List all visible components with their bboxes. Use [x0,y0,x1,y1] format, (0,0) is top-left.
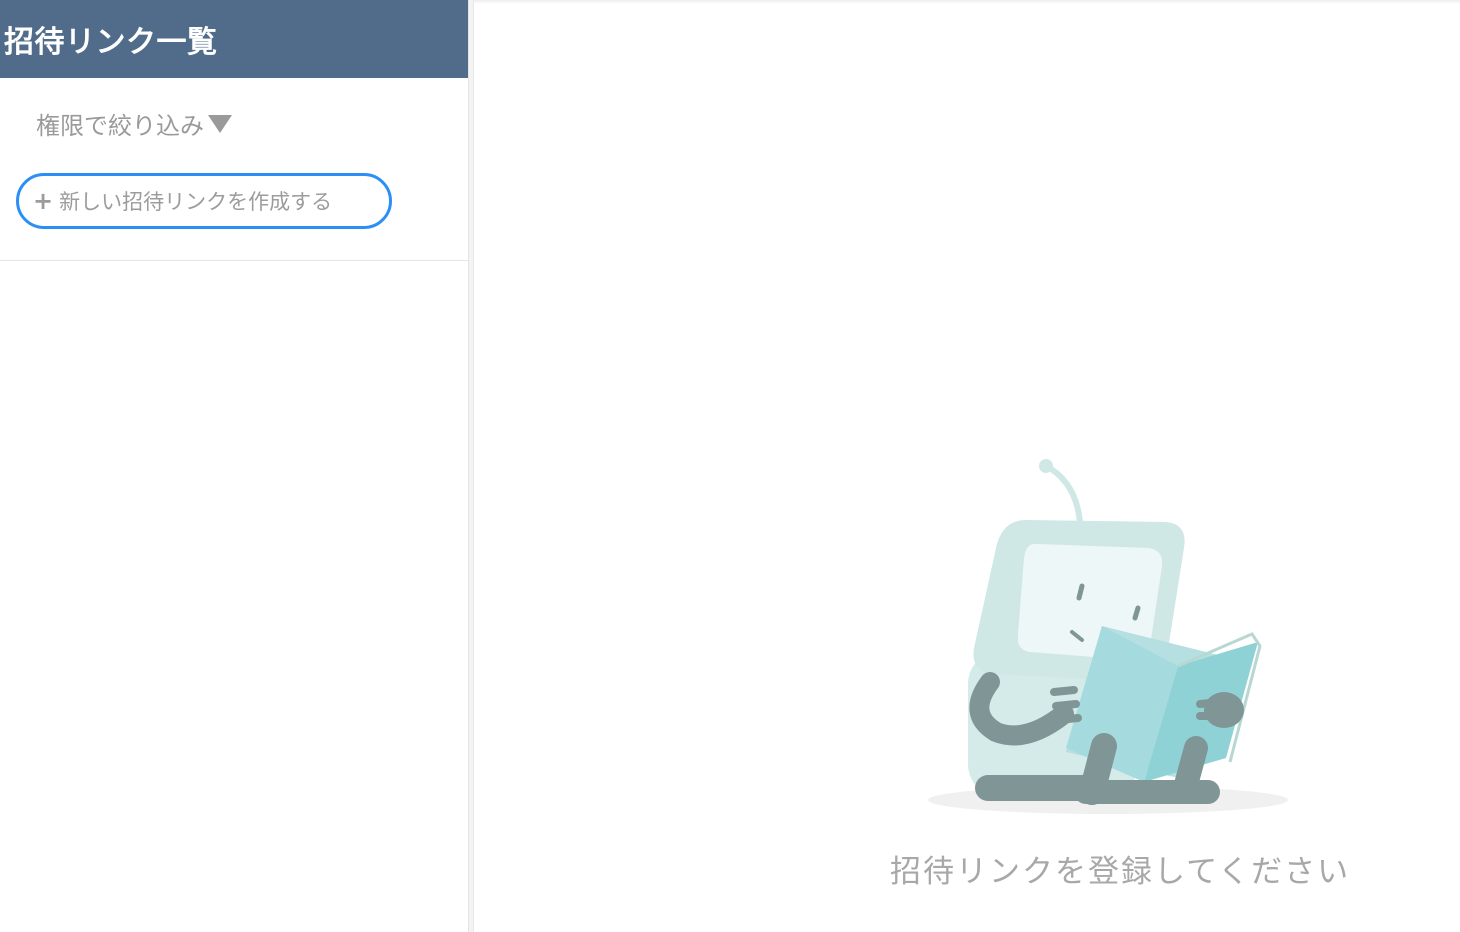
invite-link-sidebar: 招待リンク一覧 権限で絞り込み + 新しい招待リンクを作成する [0,0,469,932]
invite-link-list [0,262,468,932]
sidebar-header: 招待リンク一覧 [0,0,468,78]
list-separator [0,260,468,261]
permission-filter-dropdown[interactable]: 権限で絞り込み [36,106,232,141]
permission-filter-label: 権限で絞り込み [36,112,204,140]
top-shadow [474,0,1460,4]
app-window: 招待リンク一覧 権限で絞り込み + 新しい招待リンクを作成する 招待リンクを登録… [0,0,1460,932]
empty-state-message: 招待リンクを登録してください [890,854,1351,890]
main-content: 招待リンクを登録してください [474,0,1460,932]
create-invite-link-button[interactable]: + 新しい招待リンクを作成する [16,173,392,229]
plus-icon: + [33,187,54,215]
sidebar-title: 招待リンク一覧 [4,25,218,60]
caret-down-icon [208,114,232,133]
robot-reading-book-illustration [928,459,1288,814]
create-invite-link-label: 新しい招待リンクを作成する [59,190,333,214]
